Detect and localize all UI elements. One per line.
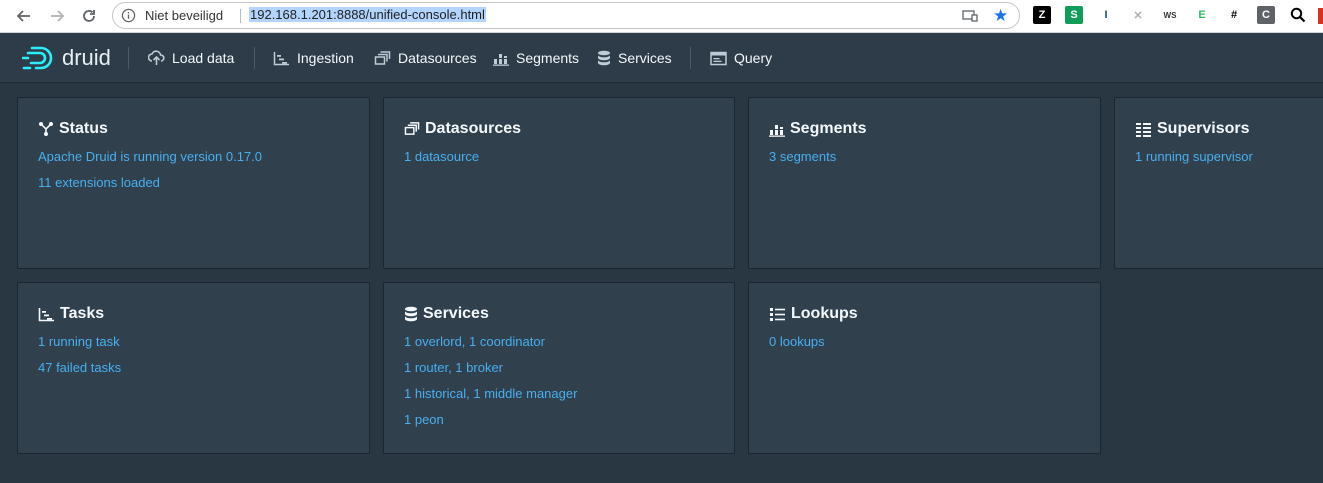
forward-button[interactable] [46, 5, 68, 27]
card-line: 3 segments [769, 149, 837, 164]
druid-logo-icon [22, 46, 53, 70]
card-title-text: Status [59, 120, 108, 137]
list-columns-icon [1136, 122, 1151, 137]
grey-extension-icon[interactable]: ✕ [1129, 6, 1147, 24]
browser-toolbar: Niet beveiligd 192.168.1.201:8888/unifie… [0, 0, 1323, 33]
card-title: Services [404, 305, 489, 323]
database-icon [598, 50, 610, 66]
segments-card[interactable]: Segments 3 segments [748, 97, 1101, 269]
bookmark-extension-icon[interactable]: I [1097, 6, 1115, 24]
properties-icon [770, 307, 785, 321]
reload-button[interactable] [78, 5, 100, 27]
card-title-text: Datasources [425, 120, 522, 137]
status-icon [39, 122, 53, 136]
cloud-upload-icon [148, 50, 165, 65]
card-title: Segments [769, 120, 866, 138]
nav-divider [128, 47, 129, 69]
reload-icon [83, 10, 95, 22]
card-title: Status [38, 120, 108, 138]
card-title: Supervisors [1135, 120, 1249, 138]
druid-logo[interactable]: druid [22, 45, 111, 71]
druid-navbar: druid Load data Ingestion Datasources Se… [0, 33, 1323, 83]
gantt-chart-icon [273, 51, 289, 65]
stacked-chart-icon [493, 53, 509, 66]
cast-icon[interactable] [962, 9, 978, 28]
url-text[interactable]: 192.168.1.201:8888/unified-console.html [249, 7, 486, 22]
card-line: 47 failed tasks [38, 360, 122, 375]
hash-icon[interactable]: # [1225, 6, 1243, 24]
info-icon[interactable] [121, 8, 136, 28]
nav-query[interactable]: Query [710, 33, 772, 83]
bookmark-star-icon[interactable]: ★ [993, 6, 1008, 26]
c-extension-icon[interactable]: C [1257, 6, 1275, 24]
lookups-card[interactable]: Lookups 0 lookups [748, 282, 1101, 454]
application-icon [710, 51, 727, 65]
s-extension-icon[interactable]: S [1065, 6, 1083, 24]
arrow-right-icon [51, 10, 65, 22]
services-card[interactable]: Services 1 overlord, 1 coordinator 1 rou… [383, 282, 735, 454]
multi-select-icon [374, 50, 391, 65]
card-line: 1 peon [404, 412, 444, 427]
gantt-chart-icon [38, 307, 54, 321]
supervisors-card[interactable]: Supervisors 1 running supervisor [1114, 97, 1323, 269]
datasources-card[interactable]: Datasources 1 datasource [383, 97, 735, 269]
nav-ingestion[interactable]: Ingestion [273, 33, 354, 83]
profile-edge[interactable] [1318, 8, 1323, 24]
card-line: 0 lookups [769, 334, 825, 349]
zotero-icon[interactable]: Z [1033, 6, 1051, 24]
stacked-chart-icon [769, 124, 785, 137]
nav-label: Datasources [398, 50, 477, 66]
nav-services[interactable]: Services [597, 33, 672, 83]
search-icon[interactable] [1289, 6, 1307, 24]
logo-text: druid [62, 45, 111, 70]
back-button[interactable] [13, 5, 35, 27]
card-title: Tasks [38, 305, 104, 323]
security-label[interactable]: Niet beveiligd [145, 8, 223, 23]
card-line: Apache Druid is running version 0.17.0 [38, 149, 263, 164]
nav-segments[interactable]: Segments [493, 33, 579, 83]
nav-label: Query [734, 50, 773, 66]
nav-datasources[interactable]: Datasources [374, 33, 477, 83]
arrow-left-icon [16, 10, 30, 22]
card-line: 11 extensions loaded [38, 175, 160, 190]
card-title: Lookups [769, 305, 858, 323]
card-title-text: Segments [790, 120, 867, 137]
status-card[interactable]: Status Apache Druid is running version 0… [17, 97, 370, 269]
card-line: 1 router, 1 broker [404, 360, 503, 375]
card-title-text: Services [423, 305, 489, 322]
omnibox-divider [240, 9, 241, 23]
nav-label: Segments [516, 50, 580, 66]
nav-label: Ingestion [297, 50, 354, 66]
nav-divider [690, 47, 691, 69]
database-icon [405, 306, 417, 322]
card-title-text: Supervisors [1157, 120, 1250, 137]
card-line: 1 historical, 1 middle manager [404, 386, 578, 401]
card-title: Datasources [404, 120, 521, 138]
card-line: 1 running task [38, 334, 120, 349]
card-title-text: Tasks [60, 305, 105, 322]
tasks-card[interactable]: Tasks 1 running task 47 failed tasks [17, 282, 370, 454]
card-line: 1 datasource [404, 149, 480, 164]
evernote-icon[interactable]: E [1193, 6, 1211, 24]
card-line: 1 overlord, 1 coordinator [404, 334, 545, 349]
nav-label: Services [618, 50, 672, 66]
address-bar[interactable]: Niet beveiligd 192.168.1.201:8888/unifie… [112, 2, 1020, 29]
nav-load-data[interactable]: Load data [148, 33, 234, 83]
nav-label: Load data [172, 50, 235, 66]
multi-select-icon [404, 122, 420, 135]
card-line: 1 running supervisor [1135, 149, 1253, 164]
card-title-text: Lookups [791, 305, 858, 322]
ws-client-icon[interactable]: WS [1161, 6, 1179, 24]
nav-divider [254, 47, 255, 69]
